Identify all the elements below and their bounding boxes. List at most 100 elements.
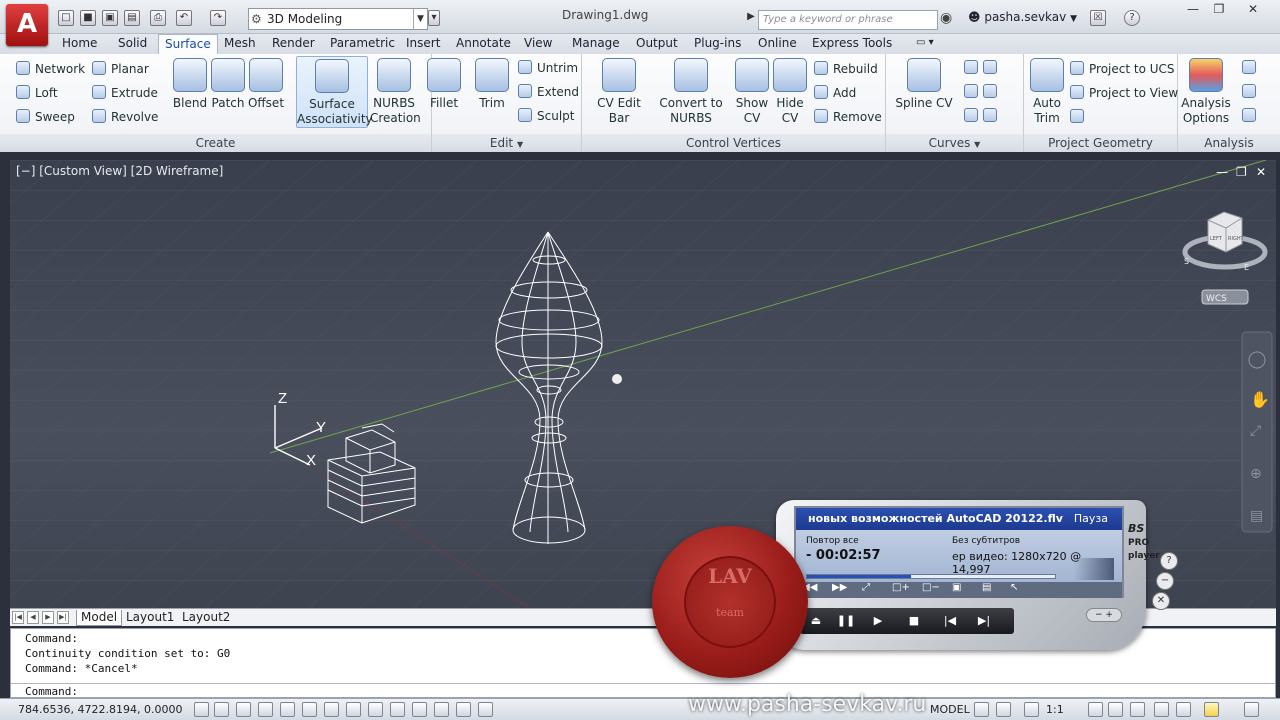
curve-tool-3[interactable] — [964, 108, 1002, 124]
volume-stepper[interactable]: − + — [1086, 608, 1122, 622]
draft-analysis-button[interactable] — [1242, 108, 1261, 124]
isolate-objects-icon[interactable] — [1204, 702, 1219, 717]
viewport-controls-label[interactable]: [−] [Custom View] [2D Wireframe] — [16, 164, 223, 178]
cv-edit-bar-button[interactable]: CV Edit Bar — [586, 56, 652, 126]
ortho-mode-icon[interactable] — [258, 702, 273, 717]
tab-output[interactable]: Output — [630, 34, 684, 54]
viewport-minimize-icon[interactable]: — — [1216, 165, 1228, 179]
extend-button[interactable]: Extend — [518, 84, 579, 100]
tab-manage[interactable]: Manage — [566, 34, 626, 54]
tab-layout1[interactable]: Layout1 — [122, 610, 178, 626]
trim-button[interactable]: Trim — [474, 56, 510, 111]
close-button[interactable]: ✕ — [1240, 2, 1266, 18]
clean-screen-icon[interactable] — [1244, 702, 1259, 717]
project-to-ucs-button[interactable]: Project to UCS — [1070, 61, 1175, 77]
forward-icon[interactable]: ▶▶ — [832, 582, 847, 593]
progress-track[interactable] — [806, 574, 1056, 579]
binoculars-icon[interactable]: ◉ — [940, 10, 952, 26]
user-account[interactable]: ☻ pasha.sevkav ▼ — [968, 10, 1077, 24]
rebuild-button[interactable]: Rebuild — [814, 61, 878, 77]
zoom-out-icon[interactable]: □− — [922, 582, 940, 593]
save-icon[interactable]: ▣ — [102, 10, 118, 26]
tab-layout2[interactable]: Layout2 — [178, 610, 234, 626]
tab-surface[interactable]: Surface — [158, 34, 218, 54]
surface-associativity-button[interactable]: Surface Associativity — [296, 56, 373, 128]
open-file-icon[interactable]: ■ — [80, 10, 96, 26]
application-menu-button[interactable]: A — [6, 4, 48, 46]
show-cv-button[interactable]: Show CV — [732, 56, 772, 126]
search-input[interactable]: Type a keyword or phrase — [758, 10, 938, 30]
workspace-selector[interactable]: ⚙ 3D Modeling ▼ — [248, 8, 428, 30]
tab-home[interactable]: Home — [56, 34, 103, 54]
playlist-icon[interactable]: ▤ — [982, 582, 991, 593]
remove-button[interactable]: Remove — [814, 109, 882, 125]
next-icon[interactable]: ▶| — [970, 611, 998, 631]
offset-button[interactable]: Offset — [246, 56, 286, 111]
repeat-mode-label[interactable]: Повтор все — [806, 536, 859, 546]
nurbs-creation-button[interactable]: NURBS Creation — [370, 56, 421, 126]
tab-annotate[interactable]: Annotate — [450, 34, 517, 54]
pan-hand-icon[interactable]: ✋ — [1250, 390, 1270, 409]
fillet-button[interactable]: Fillet — [424, 56, 464, 111]
zoom-in-icon[interactable]: □+ — [892, 582, 910, 593]
exchange-icon[interactable]: ☒ — [1090, 10, 1106, 26]
curves-panel-title[interactable]: Curves ▼ — [886, 134, 1023, 152]
stop-icon[interactable]: ■ — [900, 611, 928, 631]
showmotion-icon[interactable]: ▤ — [1250, 508, 1263, 524]
infer-constraints-icon[interactable] — [194, 702, 209, 717]
transparency-icon[interactable] — [434, 702, 449, 717]
tab-plug-ins[interactable]: Plug-ins — [688, 34, 747, 54]
blend-button[interactable]: Blend — [170, 56, 210, 111]
restore-button[interactable]: ❐ — [1206, 2, 1232, 18]
snap-mode-icon[interactable] — [214, 702, 229, 717]
tab-render[interactable]: Render — [266, 34, 321, 54]
save-as-icon[interactable]: ▤ — [124, 10, 140, 26]
untrim-button[interactable]: Untrim — [518, 60, 578, 76]
tab-insert[interactable]: Insert — [400, 34, 446, 54]
quick-view-drawings-icon[interactable] — [996, 702, 1011, 717]
redo-icon[interactable]: ↷ — [210, 10, 226, 26]
quick-properties-icon[interactable] — [456, 702, 471, 717]
lock-ui-icon[interactable] — [1154, 702, 1169, 717]
tab-solid[interactable]: Solid — [112, 34, 153, 54]
tab-online[interactable]: Online — [752, 34, 803, 54]
polar-tracking-icon[interactable] — [280, 702, 295, 717]
command-input[interactable]: Command: — [25, 684, 78, 699]
annotation-scale-icon[interactable] — [1024, 702, 1039, 717]
annotation-visibility-icon[interactable] — [1088, 702, 1103, 717]
ribbon-display-toggle-icon[interactable]: ▭ ▾ — [910, 34, 940, 54]
object-snap-icon[interactable] — [302, 702, 317, 717]
network-button[interactable]: Network — [16, 61, 85, 77]
project-two-points-button[interactable] — [1070, 109, 1089, 125]
tab-parametric[interactable]: Parametric — [324, 34, 401, 54]
orbit-icon[interactable]: ⊕ — [1250, 466, 1262, 482]
undo-icon[interactable]: ↶ — [176, 10, 192, 26]
add-button[interactable]: Add — [814, 85, 856, 101]
player-close-icon[interactable]: ✕ — [1152, 592, 1170, 610]
revolve-button[interactable]: Revolve — [92, 109, 158, 125]
sculpt-button[interactable]: Sculpt — [518, 108, 574, 124]
volume-meter[interactable] — [1074, 558, 1114, 580]
curvature-analysis-button[interactable] — [1242, 84, 1261, 100]
zoom-extents-icon[interactable]: ⤢ — [1250, 423, 1261, 439]
last-layout-icon[interactable]: ▶| — [57, 611, 69, 624]
pause-icon[interactable]: ❚❚ — [832, 611, 860, 631]
hardware-acceleration-icon[interactable] — [1176, 702, 1191, 717]
pointer-icon[interactable]: ↖ — [1010, 582, 1018, 593]
camera-icon[interactable]: ▣ — [952, 582, 961, 593]
grid-display-icon[interactable] — [236, 702, 251, 717]
prev-layout-icon[interactable]: ◀ — [27, 611, 39, 624]
edit-panel-title[interactable]: Edit ▼ — [432, 134, 581, 152]
help-icon[interactable]: ? — [1124, 10, 1140, 26]
auto-scale-icon[interactable] — [1108, 702, 1123, 717]
planar-button[interactable]: Planar — [92, 61, 149, 77]
workspace-switching-icon[interactable] — [1130, 702, 1145, 717]
player-minimize-icon[interactable]: − — [1156, 572, 1174, 590]
new-file-icon[interactable]: □ — [58, 10, 74, 26]
project-to-view-button[interactable]: Project to View — [1070, 85, 1178, 101]
previous-icon[interactable]: |◀ — [936, 611, 964, 631]
lineweight-icon[interactable] — [412, 702, 427, 717]
tab-model[interactable]: Model — [76, 610, 123, 626]
next-layout-icon[interactable]: ▶ — [42, 611, 54, 624]
subtitles-label[interactable]: Без субтитров — [952, 536, 1020, 546]
